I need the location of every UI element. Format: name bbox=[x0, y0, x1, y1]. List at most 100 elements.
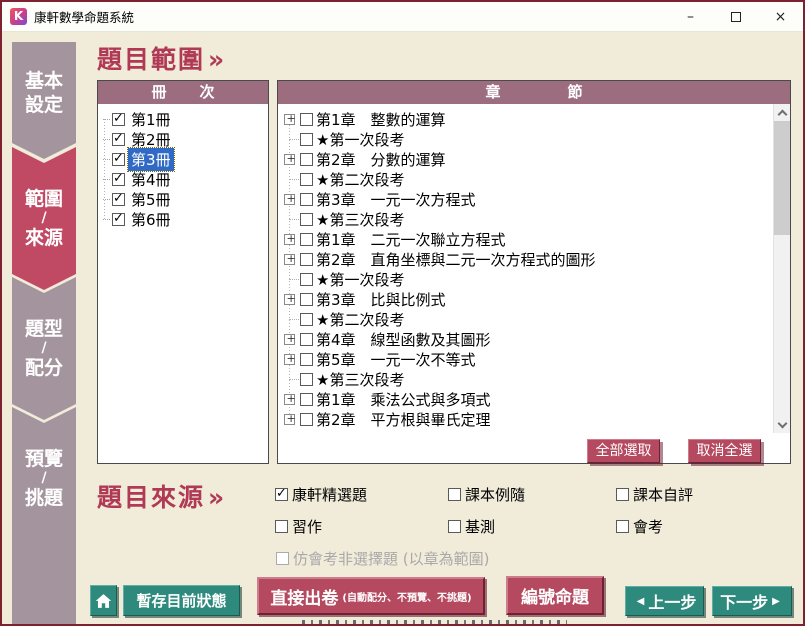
tree-stub bbox=[283, 133, 296, 146]
chapter-checkbox[interactable] bbox=[300, 153, 313, 166]
source-checkbox[interactable] bbox=[448, 520, 461, 533]
prev-step-button[interactable]: ◀ 上一步 bbox=[625, 586, 704, 616]
expand-plus-icon[interactable] bbox=[284, 234, 295, 245]
tree-stub bbox=[283, 313, 296, 326]
volume-item[interactable]: 第5冊 bbox=[98, 189, 268, 209]
chapter-panel-header: 章 節 bbox=[278, 81, 790, 104]
source-option[interactable]: 基測 bbox=[448, 516, 616, 536]
chapter-checkbox[interactable] bbox=[300, 113, 313, 126]
source-option-disabled: 仿會考非選擇題 (以章為範圍) bbox=[276, 548, 489, 569]
chapter-checkbox[interactable] bbox=[300, 133, 313, 146]
volume-panel-header: 冊 次 bbox=[98, 81, 268, 104]
volume-checkbox[interactable] bbox=[112, 153, 125, 166]
expand-plus-icon[interactable] bbox=[284, 354, 295, 365]
expand-plus-icon[interactable] bbox=[284, 114, 295, 125]
source-checkbox[interactable] bbox=[616, 520, 629, 533]
sidebar-tab-label-line: 來源 bbox=[12, 226, 76, 250]
chapter-checkbox[interactable] bbox=[300, 293, 313, 306]
chapter-checkbox[interactable] bbox=[300, 253, 313, 266]
sidebar-tab-4[interactable]: 預覽/挑題 bbox=[12, 407, 76, 624]
source-option[interactable]: 會考 bbox=[616, 516, 780, 536]
source-checkbox[interactable] bbox=[275, 488, 288, 501]
next-step-button[interactable]: 下一步 ▶ bbox=[712, 586, 792, 616]
chapter-label[interactable]: 第2章 平方根與畢氏定理 bbox=[314, 408, 493, 431]
chapter-checkbox[interactable] bbox=[300, 213, 313, 226]
sidebar-tab-3[interactable]: 題型/配分 bbox=[12, 277, 76, 420]
volume-item[interactable]: 第2冊 bbox=[98, 129, 268, 149]
source-option-label: 基測 bbox=[465, 516, 495, 537]
expand-plus-icon[interactable] bbox=[284, 254, 295, 265]
chapter-checkbox[interactable] bbox=[300, 233, 313, 246]
chapter-scrollbar[interactable] bbox=[773, 104, 790, 433]
volume-item[interactable]: 第3冊 bbox=[98, 149, 268, 169]
source-option[interactable]: 習作 bbox=[275, 516, 448, 536]
chapter-checkbox[interactable] bbox=[300, 413, 313, 426]
chapter-item[interactable]: 第5章 一元一次不等式 bbox=[278, 349, 774, 369]
maximize-button[interactable] bbox=[713, 2, 758, 31]
chapter-item[interactable]: ★第一次段考 bbox=[278, 129, 774, 149]
source-option[interactable]: 課本自評 bbox=[616, 484, 780, 504]
chapter-checkbox[interactable] bbox=[300, 313, 313, 326]
chapter-item[interactable]: 第4章 線型函數及其圖形 bbox=[278, 329, 774, 349]
chapter-item[interactable]: ★第三次段考 bbox=[278, 369, 774, 389]
volume-checkbox[interactable] bbox=[112, 173, 125, 186]
volume-checkbox[interactable] bbox=[112, 113, 125, 126]
chapter-checkbox[interactable] bbox=[300, 173, 313, 186]
expand-plus-icon[interactable] bbox=[284, 334, 295, 345]
chapter-checkbox[interactable] bbox=[300, 273, 313, 286]
home-button[interactable] bbox=[90, 585, 117, 616]
source-option[interactable]: 康軒精選題 bbox=[275, 484, 448, 504]
chapter-checkbox[interactable] bbox=[300, 353, 313, 366]
volume-item[interactable]: 第4冊 bbox=[98, 169, 268, 189]
tree-stub bbox=[103, 119, 110, 120]
chapter-item[interactable]: ★第二次段考 bbox=[278, 309, 774, 329]
volume-item[interactable]: 第1冊 bbox=[98, 109, 268, 129]
next-step-label: 下一步 bbox=[720, 589, 768, 613]
source-checkbox[interactable] bbox=[448, 488, 461, 501]
source-checkbox[interactable] bbox=[616, 488, 629, 501]
chapter-item[interactable]: 第2章 分數的運算 bbox=[278, 149, 774, 169]
volume-item[interactable]: 第6冊 bbox=[98, 209, 268, 229]
chapter-item[interactable]: 第2章 直角坐標與二元一次方程式的圖形 bbox=[278, 249, 774, 269]
select-all-button[interactable]: 全部選取 bbox=[587, 439, 660, 463]
chapter-checkbox[interactable] bbox=[300, 193, 313, 206]
sidebar-tab-1[interactable]: 基本設定 bbox=[12, 42, 76, 159]
scroll-down-icon[interactable] bbox=[774, 416, 790, 433]
volume-checkbox[interactable] bbox=[112, 133, 125, 146]
source-options: 康軒精選題 課本例隨 課本自評 習作 基測 會考 bbox=[275, 484, 780, 536]
chapter-item[interactable]: 第1章 乘法公式與多項式 bbox=[278, 389, 774, 409]
numbering-button[interactable]: 編號命題 bbox=[506, 576, 604, 615]
volume-checkbox[interactable] bbox=[112, 213, 125, 226]
deselect-all-button[interactable]: 取消全選 bbox=[688, 439, 761, 463]
save-state-button[interactable]: 暫存目前狀態 bbox=[123, 585, 240, 616]
chapter-item[interactable]: 第1章 整數的運算 bbox=[278, 109, 774, 129]
chapter-item[interactable]: 第3章 比與比例式 bbox=[278, 289, 774, 309]
source-checkbox[interactable] bbox=[275, 520, 288, 533]
expand-plus-icon[interactable] bbox=[284, 394, 295, 405]
chapter-checkbox[interactable] bbox=[300, 333, 313, 346]
volume-label[interactable]: 第6冊 bbox=[128, 208, 174, 231]
volume-list: 第1冊 第2冊 第3冊 第4冊 第5冊 第6冊 bbox=[98, 104, 268, 463]
sidebar-tab-2[interactable]: 範圍/來源 bbox=[12, 147, 76, 290]
chapter-item[interactable]: 第2章 平方根與畢氏定理 bbox=[278, 409, 774, 429]
sidebar-tab-label-line: 配分 bbox=[12, 356, 76, 380]
source-option[interactable]: 課本例隨 bbox=[448, 484, 616, 504]
expand-plus-icon[interactable] bbox=[284, 414, 295, 425]
expand-plus-icon[interactable] bbox=[284, 294, 295, 305]
close-button[interactable]: × bbox=[758, 2, 803, 31]
window-title: 康軒數學命題系統 bbox=[34, 7, 134, 26]
chapter-checkbox[interactable] bbox=[300, 373, 313, 386]
expand-plus-icon[interactable] bbox=[284, 194, 295, 205]
chapter-item[interactable]: ★第二次段考 bbox=[278, 169, 774, 189]
scrollbar-thumb[interactable] bbox=[774, 121, 790, 235]
chapter-item[interactable]: ★第一次段考 bbox=[278, 269, 774, 289]
scroll-up-icon[interactable] bbox=[774, 104, 790, 121]
chapter-item[interactable]: 第1章 二元一次聯立方程式 bbox=[278, 229, 774, 249]
chapter-checkbox[interactable] bbox=[300, 393, 313, 406]
direct-exam-button[interactable]: 直接出卷 (自動配分、不預覽、不挑題) bbox=[257, 577, 485, 615]
chapter-item[interactable]: 第3章 一元一次方程式 bbox=[278, 189, 774, 209]
minimize-button[interactable]: – bbox=[668, 2, 713, 31]
volume-checkbox[interactable] bbox=[112, 193, 125, 206]
chapter-item[interactable]: ★第三次段考 bbox=[278, 209, 774, 229]
expand-plus-icon[interactable] bbox=[284, 154, 295, 165]
